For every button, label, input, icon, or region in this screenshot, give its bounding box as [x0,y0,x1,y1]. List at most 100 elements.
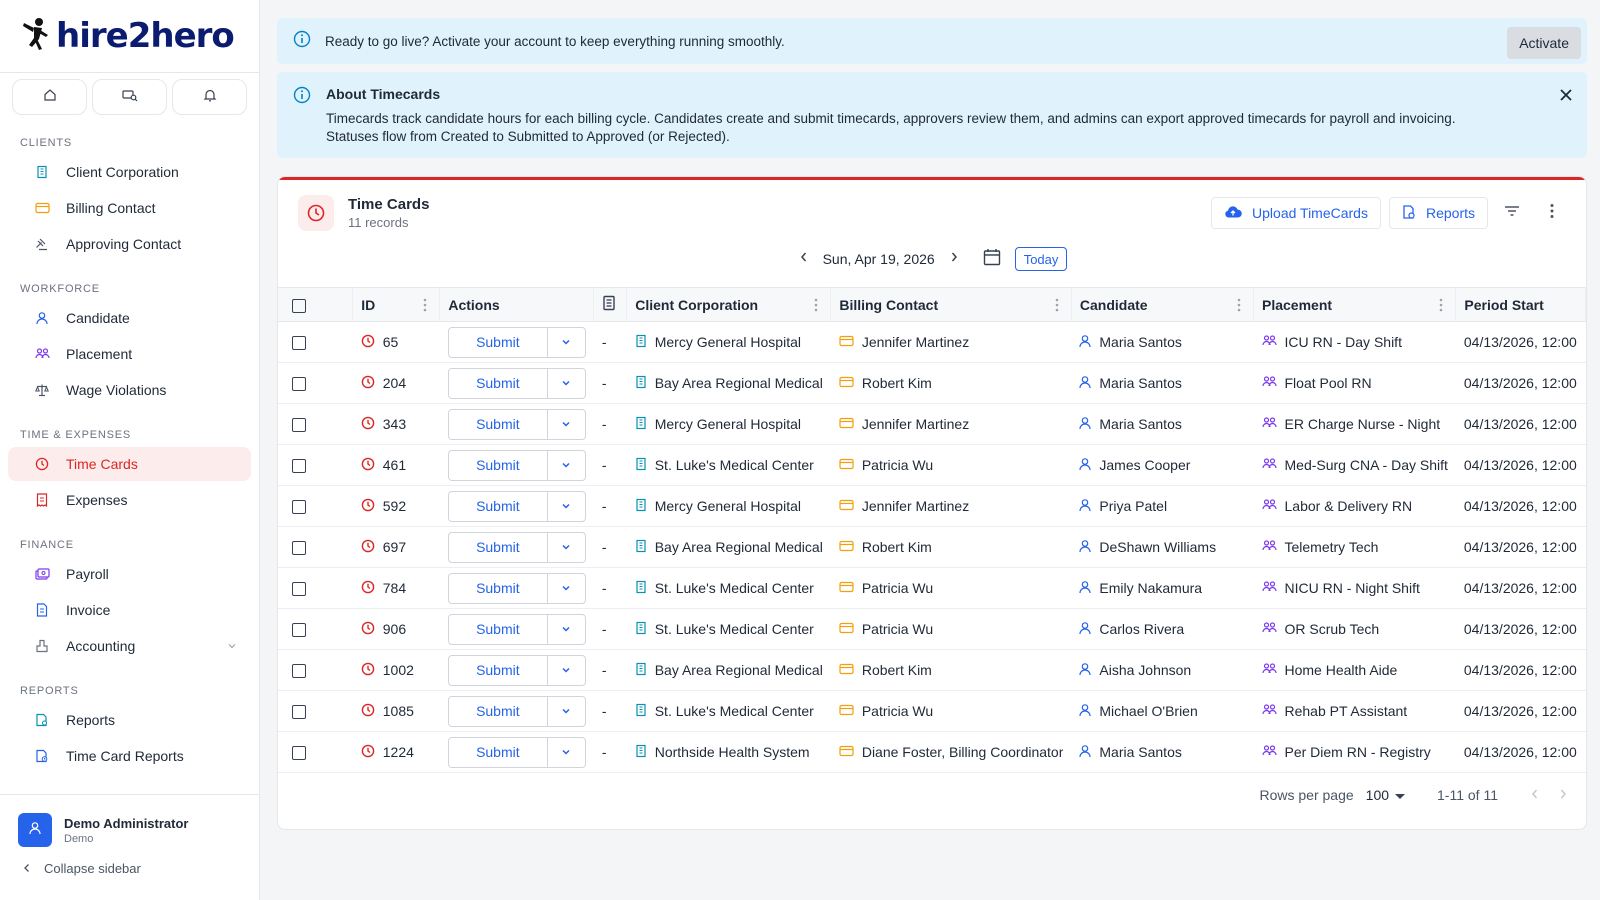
column-header-id[interactable]: ID [352,287,441,322]
activate-button[interactable]: Activate [1507,27,1581,59]
sidebar-item-billing-contact[interactable]: Billing Contact [8,191,251,225]
prev-page-button[interactable] [1530,787,1540,803]
chevron-down-icon[interactable] [546,737,585,767]
row-checkbox[interactable] [292,705,306,720]
chevron-right-icon[interactable] [949,250,959,268]
about-banner-body: Timecards track candidate hours for each… [326,111,1456,144]
today-button[interactable]: Today [1014,247,1068,271]
column-menu-icon[interactable] [814,298,818,315]
chevron-left-icon[interactable] [799,250,809,268]
chevron-down-icon[interactable] [227,638,237,654]
column-menu-icon[interactable] [423,298,427,315]
submit-button[interactable]: Submit [449,615,547,644]
column-header-candidate[interactable]: Candidate [1071,287,1255,322]
column-header-placement[interactable]: Placement [1253,287,1457,322]
sidebar-item-expenses[interactable]: Expenses [8,483,251,517]
sidebar-item-candidate[interactable]: Candidate [8,301,251,335]
receipt-icon [34,492,50,508]
chevron-down-icon[interactable] [546,409,585,439]
column-menu-icon[interactable] [1237,298,1241,315]
next-page-button[interactable] [1558,787,1568,803]
submit-button[interactable]: Submit [449,328,547,357]
sidebar-item-time-cards[interactable]: Time Cards [8,447,251,481]
column-menu-icon[interactable] [1439,298,1443,315]
column-header-billing-contact[interactable]: Billing Contact [830,287,1072,322]
chevron-down-icon[interactable] [546,368,585,398]
chevron-down-icon[interactable] [546,573,585,603]
row-checkbox[interactable] [292,377,306,392]
submit-button[interactable]: Submit [449,492,547,521]
table-row[interactable]: 65 Submit - Mercy General Hospital Jennifer … [278,321,1586,363]
sidebar-item-reports[interactable]: Reports [8,703,251,737]
home-button[interactable] [12,79,87,115]
row-checkbox[interactable] [292,541,306,556]
chevron-down-icon[interactable] [546,696,585,726]
submit-button[interactable]: Submit [449,533,547,562]
submit-button[interactable]: Submit [449,574,547,603]
table-row[interactable]: 343 Submit - Mercy General Hospital Jennifer… [278,403,1586,445]
column-header-document[interactable] [593,287,628,322]
row-checkbox[interactable] [292,664,306,679]
chevron-down-icon[interactable] [546,614,585,644]
submit-button[interactable]: Submit [449,697,547,726]
submit-button[interactable]: Submit [449,451,547,480]
sidebar-item-accounting[interactable]: Accounting [8,629,251,663]
chevron-down-icon[interactable] [546,491,585,521]
submit-button[interactable]: Submit [449,738,547,767]
column-header-period-start[interactable]: Period Start [1455,287,1586,322]
select-all-checkbox[interactable] [292,298,306,313]
sidebar-item-placement[interactable]: Placement [8,337,251,371]
search-button[interactable] [92,79,167,115]
brand-logo[interactable]: hire2hero [0,0,259,72]
table-row[interactable]: 204 Submit - Bay Area Regional Medical Rober… [278,362,1586,404]
column-header-client-corporation[interactable]: Client Corporation [626,287,832,322]
chevron-down-icon[interactable] [546,327,585,357]
table-row[interactable]: 1224 Submit - Northside Health System Diane … [278,731,1586,773]
table-row[interactable]: 784 Submit - St. Luke's Medical Center Patri… [278,567,1586,609]
scale-icon [34,382,50,398]
table-row[interactable]: 592 Submit - Mercy General Hospital Jennifer… [278,485,1586,527]
rows-per-page-select[interactable]: 100 [1366,787,1406,803]
sidebar-item-approving-contact[interactable]: Approving Contact [8,227,251,261]
calendar-icon[interactable] [983,248,1001,271]
column-header-actions[interactable]: Actions [439,287,595,322]
users-icon [1261,539,1277,556]
submit-button[interactable]: Submit [449,410,547,439]
row-checkbox[interactable] [292,459,306,474]
sidebar-item-wage-violations[interactable]: Wage Violations [8,373,251,407]
table-row[interactable]: 1085 Submit - St. Luke's Medical Center Patr… [278,690,1586,732]
submit-button[interactable]: Submit [449,369,547,398]
row-checkbox[interactable] [292,582,306,597]
sidebar-item-client-corporation[interactable]: Client Corporation [8,155,251,189]
more-options-button[interactable] [1536,197,1568,229]
building-icon [635,662,647,679]
filter-button[interactable] [1496,197,1528,229]
sidebar-item-invoice[interactable]: Invoice [8,593,251,627]
notifications-button[interactable] [172,79,247,115]
table-row[interactable]: 461 Submit - St. Luke's Medical Center Patri… [278,444,1586,486]
close-icon[interactable] [1559,88,1573,107]
collapse-sidebar-button[interactable]: Collapse sidebar [0,847,260,890]
submit-button[interactable]: Submit [449,656,547,685]
column-menu-icon[interactable] [1055,298,1059,315]
table-row[interactable]: 1002 Submit - Bay Area Regional Medical Robe… [278,649,1586,691]
row-checkbox[interactable] [292,500,306,515]
users-icon [1261,621,1277,638]
row-checkbox[interactable] [292,623,306,638]
row-checkbox[interactable] [292,746,306,761]
user-profile[interactable]: Demo Administrator Demo [0,795,260,847]
table-row[interactable]: 697 Submit - Bay Area Regional Medical Rober… [278,526,1586,568]
sidebar-item-label: Client Corporation [66,164,179,180]
activate-banner: Ready to go live? Activate your account … [277,18,1587,64]
row-checkbox[interactable] [292,336,306,351]
table-row[interactable]: 906 Submit - St. Luke's Medical Center Patri… [278,608,1586,650]
row-checkbox[interactable] [292,418,306,433]
chevron-down-icon[interactable] [546,450,585,480]
chevron-down-icon[interactable] [546,532,585,562]
upload-timecards-button[interactable]: Upload TimeCards [1211,197,1381,229]
reports-button[interactable]: Reports [1388,197,1488,229]
sidebar-item-time-card-reports[interactable]: Time Card Reports [8,739,251,773]
chevron-down-icon[interactable] [546,655,585,685]
sidebar-item-payroll[interactable]: Payroll [8,557,251,591]
sidebar-item-label: Billing Contact [66,200,156,216]
